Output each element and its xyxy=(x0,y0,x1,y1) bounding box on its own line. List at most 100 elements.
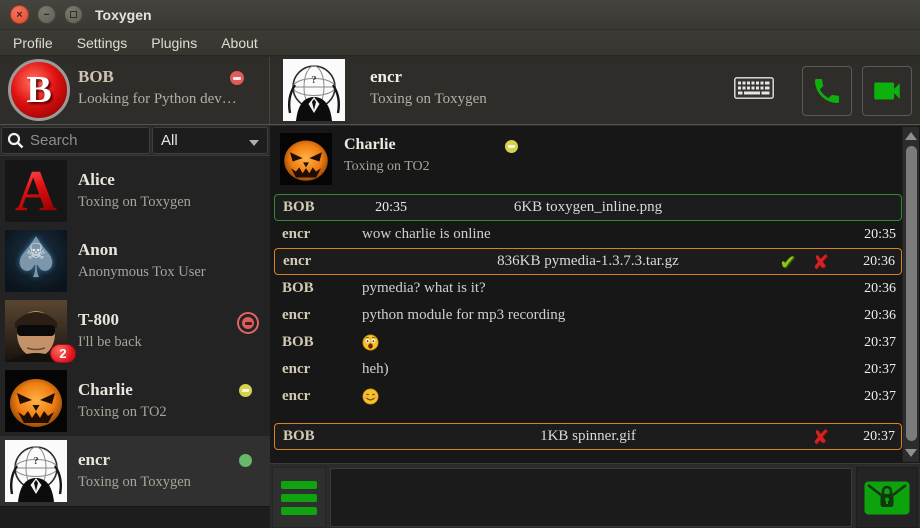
decline-file-button[interactable]: ✘ xyxy=(812,252,829,272)
contact-name: Anon xyxy=(78,240,118,260)
message-sender: BOB xyxy=(274,334,362,351)
file-transfer-label: 6KB toxygen_inline.png xyxy=(275,199,901,216)
skull-icon: ☠ xyxy=(5,240,67,265)
message-time: 20:36 xyxy=(852,308,902,324)
menu-about[interactable]: About xyxy=(210,35,269,51)
attachment-menu-button[interactable] xyxy=(272,467,326,528)
contact-name: Alice xyxy=(78,170,115,190)
cancel-file-button[interactable]: ✘ xyxy=(812,427,829,447)
contact-row-anon[interactable]: ♠ ☠ Anon Anonymous Tox User xyxy=(0,226,270,296)
message-smiley xyxy=(362,388,852,405)
anonymous-avatar-icon: ? xyxy=(283,59,345,121)
message-sender: encr xyxy=(274,388,362,405)
anon-avatar: ♠ ☠ xyxy=(5,230,67,292)
menu-settings[interactable]: Settings xyxy=(66,35,139,51)
maximize-window-icon[interactable] xyxy=(64,5,83,24)
keyboard-icon xyxy=(734,77,774,99)
chat-peer-status-message: Toxing on TO2 xyxy=(344,159,430,175)
chat-peer-header[interactable]: Charlie Toxing on TO2 xyxy=(280,133,880,187)
message-row: encr wow charlie is online 20:35 xyxy=(274,221,902,248)
chat-peer-avatar xyxy=(280,133,332,185)
message-smiley xyxy=(362,334,852,351)
scrollbar-thumb[interactable] xyxy=(906,146,917,441)
contact-name: encr xyxy=(78,450,110,470)
contact-row-alice[interactable]: A Alice Toxing on Toxygen xyxy=(0,156,270,226)
encr-avatar: ? xyxy=(5,440,67,502)
contact-row-t800[interactable]: 2 T-800 I'll be back xyxy=(0,296,270,366)
message-list: BOB 6KB toxygen_inline.png 20:35 encr wo… xyxy=(274,194,902,450)
self-status-message[interactable]: Looking for Python dev… xyxy=(78,91,237,108)
hamburger-menu-icon xyxy=(281,481,317,489)
message-row: encr heh) 20:37 xyxy=(274,356,902,383)
pumpkin-avatar-icon xyxy=(280,133,332,185)
chat-scrollbar[interactable] xyxy=(902,127,919,462)
active-chat-avatar: ? xyxy=(283,59,345,121)
astonished-smiley-icon xyxy=(362,334,379,351)
header-buttons xyxy=(734,57,920,124)
self-name[interactable]: BOB xyxy=(78,67,114,87)
send-message-button[interactable] xyxy=(856,467,918,528)
search-row: All xyxy=(0,126,270,156)
header: B BOB Looking for Python dev… ? xyxy=(0,57,920,125)
scroll-up-icon[interactable] xyxy=(905,132,917,140)
file-transfer-row: encr 836KB pymedia-1.3.7.3.tar.gz ✔ ✘ 20… xyxy=(274,248,902,275)
contacts-panel: All A Alice Toxing on Toxygen ♠ ☠ Anon A… xyxy=(0,126,270,528)
toxygen-window: × − Toxygen Profile Settings Plugins Abo… xyxy=(0,0,920,528)
scroll-down-icon[interactable] xyxy=(905,449,917,457)
away-status-icon xyxy=(505,140,518,153)
active-chat-info: ? encr Toxing on Toxygen xyxy=(270,57,734,124)
contacts-filter-dropdown[interactable]: All xyxy=(152,127,268,154)
titlebar: × − Toxygen xyxy=(0,0,920,30)
contact-status-message: I'll be back xyxy=(78,334,142,351)
chat-peer-name: Charlie xyxy=(344,136,396,154)
video-camera-icon xyxy=(870,74,904,108)
self-profile: B BOB Looking for Python dev… xyxy=(0,57,270,124)
message-text: heh) xyxy=(362,361,852,378)
message-time: 20:37 xyxy=(852,389,902,405)
contact-row-encr[interactable]: ? encr Toxing on Toxygen xyxy=(0,436,270,506)
self-avatar[interactable]: B xyxy=(8,59,70,121)
close-window-icon[interactable]: × xyxy=(10,5,29,24)
message-time: 20:35 xyxy=(852,227,902,243)
active-chat-name: encr xyxy=(370,67,402,87)
minimize-window-icon[interactable]: − xyxy=(37,5,56,24)
search-input[interactable] xyxy=(30,132,130,149)
message-text: python module for mp3 recording xyxy=(362,307,852,324)
message-time: 20:36 xyxy=(852,281,902,297)
phone-icon xyxy=(811,75,843,107)
video-call-button[interactable] xyxy=(862,66,912,116)
contact-name: Charlie xyxy=(78,380,133,400)
screen-keyboard-button[interactable] xyxy=(734,77,774,104)
message-time: 20:37 xyxy=(852,335,902,351)
active-chat-status-message: Toxing on Toxygen xyxy=(370,91,487,108)
message-sender: encr xyxy=(274,361,362,378)
unread-count-badge: 2 xyxy=(50,344,76,363)
contact-status-message: Toxing on TO2 xyxy=(78,404,167,421)
self-status-busy-icon[interactable] xyxy=(230,71,244,85)
contact-row-charlie[interactable]: Charlie Toxing on TO2 xyxy=(0,366,270,436)
message-row: encr python module for mp3 recording 20:… xyxy=(274,302,902,329)
contact-status-message: Toxing on Toxygen xyxy=(78,194,191,211)
svg-text:?: ? xyxy=(33,455,39,467)
message-row: BOB 20:37 xyxy=(274,329,902,356)
audio-call-button[interactable] xyxy=(802,66,852,116)
message-sender: BOB xyxy=(274,280,362,297)
contact-status-message: Anonymous Tox User xyxy=(78,264,206,281)
message-sender: encr xyxy=(274,307,362,324)
chat-area: Charlie Toxing on TO2 BOB 6KB toxygen_in… xyxy=(270,126,920,463)
filter-value: All xyxy=(161,132,178,149)
composer xyxy=(270,463,920,528)
menu-profile[interactable]: Profile xyxy=(2,35,64,51)
accept-file-button[interactable]: ✔ xyxy=(779,252,796,272)
pumpkin-avatar-icon xyxy=(5,370,67,432)
hamburger-menu-icon xyxy=(281,494,317,502)
menu-plugins[interactable]: Plugins xyxy=(140,35,208,51)
charlie-avatar xyxy=(5,370,67,432)
message-input[interactable] xyxy=(330,468,852,527)
file-transfer-actions: ✔ ✘ xyxy=(779,252,829,272)
hamburger-menu-icon xyxy=(281,507,317,515)
contact-name: T-800 xyxy=(78,310,119,330)
menubar: Profile Settings Plugins About xyxy=(0,30,920,56)
alice-avatar-letter: A xyxy=(15,162,57,220)
self-avatar-letter: B xyxy=(26,68,51,112)
